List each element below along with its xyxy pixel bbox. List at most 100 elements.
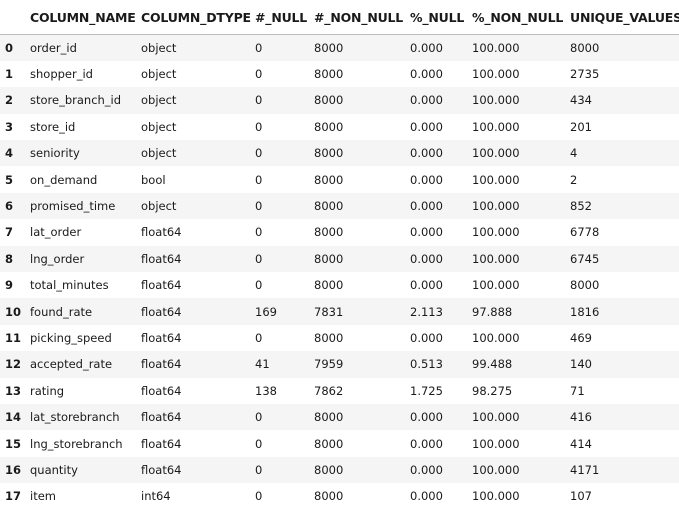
null-count-cell: 0 <box>255 278 263 293</box>
null-percent-cell: 0.000 <box>410 225 443 240</box>
non-null-count-cell: 8000 <box>314 172 344 187</box>
null-percent-cell: 0.513 <box>410 357 443 372</box>
column-dtype-cell: object <box>141 67 177 82</box>
column-dtype-cell: float64 <box>141 383 182 398</box>
non-null-percent-cell: 100.000 <box>472 146 520 161</box>
null-percent-cell: 2.113 <box>410 304 443 319</box>
column-name-cell: order_id <box>30 40 77 55</box>
column-dtype-cell: object <box>141 199 177 214</box>
unique-values-cell: 8000 <box>570 278 600 293</box>
column-name-cell: rating <box>30 383 65 398</box>
non-null-percent-cell: 100.000 <box>472 93 520 108</box>
row-index: 0 <box>5 40 14 55</box>
column-dtype-cell: float64 <box>141 436 182 451</box>
non-null-percent-cell: 100.000 <box>472 410 520 425</box>
header-row: COLUMN_NAME COLUMN_DTYPE #_NULL #_NON_NU… <box>0 0 679 35</box>
non-null-percent-cell: 100.000 <box>472 172 520 187</box>
null-count-cell: 0 <box>255 199 263 214</box>
non-null-count-cell: 8000 <box>314 330 344 345</box>
dataframe-table: COLUMN_NAME COLUMN_DTYPE #_NULL #_NON_NU… <box>0 0 679 510</box>
row-index: 5 <box>5 172 14 187</box>
column-dtype-cell: object <box>141 146 177 161</box>
non-null-count-cell: 8000 <box>314 489 344 504</box>
table-row: 10 found_rate float64 169 7831 2.113 97.888 181… <box>0 298 679 325</box>
header-non-null-count: #_NON_NULL <box>310 0 406 35</box>
null-count-cell: 0 <box>255 251 263 266</box>
column-name-cell: picking_speed <box>30 330 112 345</box>
non-null-count-cell: 8000 <box>314 93 344 108</box>
non-null-percent-cell: 99.488 <box>472 357 513 372</box>
column-name-cell: quantity <box>30 462 78 477</box>
non-null-count-cell: 8000 <box>314 119 344 134</box>
header-null-percent: %_NULL <box>406 0 468 35</box>
column-name-cell: accepted_rate <box>30 357 113 372</box>
null-percent-cell: 0.000 <box>410 199 443 214</box>
table-row: 0 order_id object 0 8000 0.000 100.000 8000 <box>0 34 679 61</box>
table-row: 16 quantity float64 0 8000 0.000 100.000 4171 <box>0 456 679 484</box>
unique-values-cell: 1816 <box>570 304 600 319</box>
non-null-count-cell: 8000 <box>314 278 344 293</box>
column-name-cell: lat_storebranch <box>30 410 120 425</box>
column-dtype-cell: float64 <box>141 410 182 425</box>
row-index: 2 <box>5 93 14 108</box>
unique-values-cell: 2 <box>570 172 578 187</box>
header-unique-values: UNIQUE_VALUES <box>566 0 679 35</box>
null-percent-cell: 0.000 <box>410 462 443 477</box>
column-name-cell: lat_order <box>30 225 82 240</box>
non-null-percent-cell: 100.000 <box>472 278 520 293</box>
non-null-percent-cell: 100.000 <box>472 225 520 240</box>
non-null-percent-cell: 100.000 <box>472 251 520 266</box>
row-index: 1 <box>5 67 14 82</box>
column-name-cell: total_minutes <box>30 278 109 293</box>
table-row: 9 total_minutes float64 0 8000 0.000 100.000 80… <box>0 272 679 299</box>
unique-values-cell: 434 <box>570 93 592 108</box>
row-index: 9 <box>5 278 14 293</box>
column-dtype-cell: object <box>141 93 177 108</box>
unique-values-cell: 71 <box>570 383 585 398</box>
table-row: 3 store_id object 0 8000 0.000 100.000 201 <box>0 113 679 141</box>
null-percent-cell: 0.000 <box>410 251 443 266</box>
table-row: 13 rating float64 138 7862 1.725 98.275 71 <box>0 377 679 404</box>
table-row: 11 picking_speed float64 0 8000 0.000 100.000 4… <box>0 324 679 352</box>
non-null-count-cell: 8000 <box>314 410 344 425</box>
null-percent-cell: 0.000 <box>410 278 443 293</box>
null-count-cell: 0 <box>255 119 263 134</box>
table-row: 15 lng_storebranch float64 0 8000 0.000 100.00… <box>0 430 679 457</box>
row-index: 15 <box>5 436 22 451</box>
null-percent-cell: 0.000 <box>410 67 443 82</box>
column-name-cell: item <box>30 489 56 504</box>
row-index: 3 <box>5 119 14 134</box>
header-null-count: #_NULL <box>251 0 310 35</box>
null-count-cell: 41 <box>255 357 270 372</box>
null-count-cell: 0 <box>255 410 263 425</box>
row-index: 8 <box>5 251 14 266</box>
column-dtype-cell: object <box>141 40 177 55</box>
column-name-cell: promised_time <box>30 199 116 214</box>
non-null-count-cell: 8000 <box>314 40 344 55</box>
unique-values-cell: 201 <box>570 119 592 134</box>
unique-values-cell: 2735 <box>570 67 600 82</box>
header-column-name: COLUMN_NAME <box>26 0 137 35</box>
null-count-cell: 0 <box>255 436 263 451</box>
non-null-count-cell: 8000 <box>314 67 344 82</box>
non-null-percent-cell: 97.888 <box>472 304 513 319</box>
row-index: 17 <box>5 489 22 504</box>
row-index: 12 <box>5 357 22 372</box>
null-percent-cell: 0.000 <box>410 410 443 425</box>
null-percent-cell: 1.725 <box>410 383 443 398</box>
column-name-cell: on_demand <box>30 172 98 187</box>
non-null-percent-cell: 100.000 <box>472 199 520 214</box>
row-index: 6 <box>5 199 14 214</box>
non-null-percent-cell: 98.275 <box>472 383 513 398</box>
column-dtype-cell: int64 <box>141 489 171 504</box>
non-null-percent-cell: 100.000 <box>472 330 520 345</box>
null-count-cell: 0 <box>255 462 263 477</box>
non-null-count-cell: 7862 <box>314 383 344 398</box>
non-null-count-cell: 8000 <box>314 146 344 161</box>
row-index: 14 <box>5 410 22 425</box>
non-null-percent-cell: 100.000 <box>472 119 520 134</box>
column-dtype-cell: object <box>141 119 177 134</box>
null-count-cell: 0 <box>255 146 263 161</box>
column-name-cell: lng_storebranch <box>30 436 123 451</box>
column-name-cell: lng_order <box>30 251 85 266</box>
